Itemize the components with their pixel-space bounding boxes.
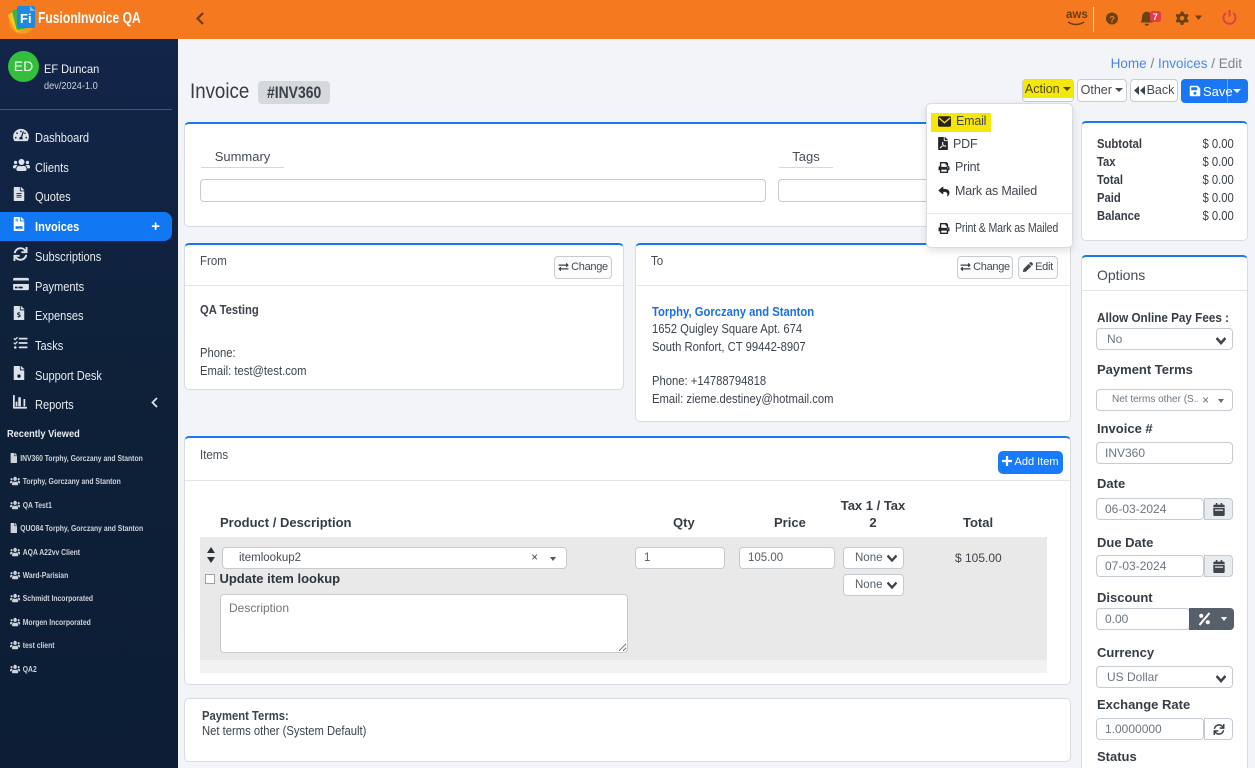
svg-text:?: ?	[1109, 15, 1115, 26]
svg-text:Fi: Fi	[20, 11, 32, 26]
svg-text:7: 7	[1153, 12, 1158, 22]
